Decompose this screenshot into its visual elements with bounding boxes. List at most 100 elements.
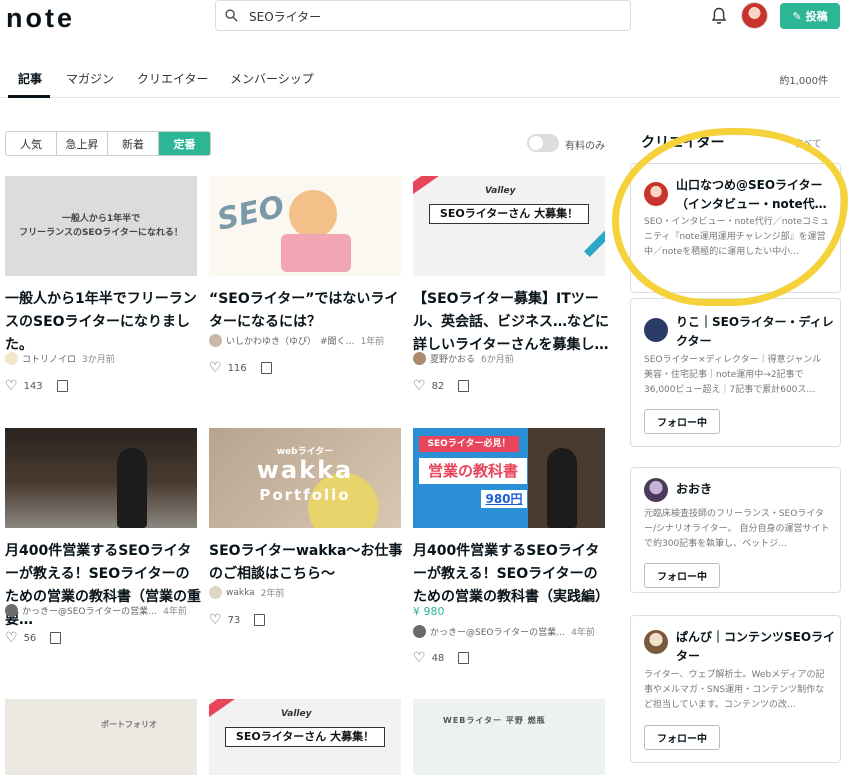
article-thumbnail: Valley SEOライターさん 大募集！	[413, 176, 605, 276]
article-likes: ♡ 82	[413, 378, 470, 394]
article-likes: ♡ 73	[209, 612, 266, 628]
valley-brand: Valley	[281, 709, 312, 719]
user-avatar[interactable]	[741, 2, 768, 29]
creator-avatar	[644, 630, 668, 654]
creator-name[interactable]: りこ｜SEOライター・ディレクター	[676, 313, 836, 351]
follow-button[interactable]: フォロー中	[644, 409, 720, 434]
article-title[interactable]: SEOライターwakka～お仕事のご相談はこちら～	[209, 540, 405, 586]
valley-brand: Valley	[485, 186, 516, 196]
bell-icon[interactable]	[711, 7, 727, 25]
article-likes: ♡ 56	[5, 630, 62, 646]
search-tabs: 記事 マガジン クリエイター メンバーシップ 約1,000件	[0, 60, 840, 98]
follow-button[interactable]: フォロー中	[644, 563, 720, 588]
sort-new[interactable]: 新着	[108, 132, 159, 155]
heart-icon[interactable]: ♡	[5, 630, 18, 646]
sort-popular[interactable]: 人気	[6, 132, 57, 155]
article-date: 1年前	[360, 337, 385, 347]
see-all-link[interactable]: すべて	[793, 135, 822, 150]
article-date: 3か月前	[82, 355, 115, 365]
sort-standard[interactable]: 定番	[159, 132, 210, 155]
article-date: 6か月前	[481, 355, 514, 365]
creator-card[interactable]: ぱんび｜コンテンツSEOライター ライター、ウェブ解析士。Webメディアの記事や…	[630, 615, 841, 763]
author-name[interactable]: コトリノイロ	[22, 352, 76, 365]
article-date: 4年前	[571, 628, 595, 638]
article-title[interactable]: 月400件営業するSEOライターが教える！SEOライターのための営業の教科書（実…	[413, 540, 609, 609]
author-avatar	[413, 352, 426, 365]
bookmark-icon[interactable]	[458, 652, 470, 664]
bookmark-icon[interactable]	[254, 614, 266, 626]
bookmark-icon[interactable]	[56, 380, 68, 392]
illustration-laptop	[281, 234, 351, 272]
stripe-decoration	[413, 176, 443, 197]
author-name[interactable]: いしかわゆき（ゆぴ）	[226, 334, 316, 347]
search-query: SEOライター	[249, 10, 322, 24]
article-meta: かっきー@SEOライターの営業… 4年前	[413, 625, 595, 638]
post-button[interactable]: ✎ 投稿	[780, 3, 840, 29]
paid-only-toggle[interactable]	[527, 134, 559, 152]
article-meta: wakka 2年前	[209, 586, 284, 599]
creator-description: ライター、ウェブ解析士。Webメディアの記事やメルマガ・SNS運用・コンテンツ制…	[644, 670, 825, 710]
tab-membership[interactable]: メンバーシップ	[230, 70, 314, 87]
author-avatar	[5, 352, 18, 365]
article-thumbnail: ポートフォリオ	[5, 699, 197, 775]
author-name[interactable]: wakka	[226, 588, 255, 598]
tab-creators[interactable]: クリエイター	[137, 70, 209, 87]
article-meta: かっきー@SEOライターの営業… 4年前	[5, 604, 187, 617]
like-count: 73	[227, 614, 241, 626]
article-title[interactable]: 一般人から1年半でフリーランスのSEOライターになりました。	[5, 288, 201, 357]
creator-card[interactable]: 山口なつめ@SEOライター（インタビュー・note代… SEO・インタビュー・n…	[630, 163, 841, 293]
heart-icon[interactable]: ♡	[209, 612, 222, 628]
search-input[interactable]: SEOライター	[215, 0, 631, 31]
author-name[interactable]: かっきー@SEOライターの営業…	[22, 604, 157, 617]
active-tab-indicator	[8, 95, 50, 98]
article-thumbnail: SEO	[209, 176, 401, 276]
stripe-decoration	[209, 699, 239, 720]
like-count: 48	[431, 652, 445, 664]
note-logo[interactable]: note	[6, 3, 75, 34]
creator-card[interactable]: りこ｜SEOライター・ディレクター SEOライター×ディレクター｜得意ジャンル美…	[630, 298, 841, 447]
article-tag[interactable]: #聞く…	[320, 334, 355, 347]
heart-icon[interactable]: ♡	[413, 378, 426, 394]
article-meta: コトリノイロ 3か月前	[5, 352, 115, 365]
like-count: 143	[23, 380, 43, 392]
article-price: ¥ 980	[413, 605, 445, 618]
bookmark-icon[interactable]	[458, 380, 470, 392]
creator-avatar	[644, 318, 668, 342]
follow-button[interactable]: フォロー中	[644, 725, 720, 750]
creator-avatar	[644, 478, 668, 502]
article-date: 4年前	[163, 607, 187, 617]
creator-name[interactable]: 山口なつめ@SEOライター（インタビュー・note代…	[676, 176, 836, 214]
creator-description: 元臨床検査技師のフリーランス・SEOライター/シナリオライター。 自分自身の運営…	[644, 509, 830, 549]
sort-selector: 人気 急上昇 新着 定番	[5, 131, 211, 156]
article-likes: ♡ 48	[413, 650, 470, 666]
tab-articles[interactable]: 記事	[18, 70, 42, 87]
search-icon	[225, 9, 238, 22]
creator-name[interactable]: ぱんび｜コンテンツSEOライター	[676, 628, 836, 666]
like-count: 116	[227, 362, 247, 374]
author-avatar	[5, 604, 18, 617]
tab-magazines[interactable]: マガジン	[66, 70, 114, 87]
bookmark-icon[interactable]	[260, 362, 272, 374]
creator-avatar	[644, 182, 668, 206]
article-title[interactable]: 【SEOライター募集】ITツール、英会話、ビジネス…などに詳しいライターさんを募…	[413, 288, 609, 357]
illustration-girl	[289, 190, 337, 238]
article-thumbnail: Valley SEOライターさん 大募集！	[209, 699, 401, 775]
heart-icon[interactable]: ♡	[413, 650, 426, 666]
article-meta: いしかわゆき（ゆぴ） #聞く… 1年前	[209, 334, 384, 347]
creator-name[interactable]: おおき	[676, 480, 836, 499]
article-meta: 夏野かおる 6か月前	[413, 352, 514, 365]
author-name[interactable]: 夏野かおる	[430, 352, 475, 365]
article-thumbnail: WEBライター 平野 燃瓶	[413, 699, 605, 775]
article-thumbnail: 一般人から1年半で フリーランスのSEOライターになれる！	[5, 176, 197, 276]
sort-trending[interactable]: 急上昇	[57, 132, 108, 155]
article-title[interactable]: “SEOライター”ではないライターになるには？	[209, 288, 405, 334]
author-name[interactable]: かっきー@SEOライターの営業…	[430, 625, 565, 638]
article-title[interactable]: 月400件営業するSEOライターが教える！SEOライターのための営業の教科書（営…	[5, 540, 201, 632]
article-likes: ♡ 116	[209, 360, 272, 376]
pencil-icon: ✎	[792, 9, 802, 23]
bookmark-icon[interactable]	[50, 632, 62, 644]
heart-icon[interactable]: ♡	[5, 378, 18, 394]
heart-icon[interactable]: ♡	[209, 360, 222, 376]
creator-card[interactable]: おおき 元臨床検査技師のフリーランス・SEOライター/シナリオライター。 自分自…	[630, 467, 841, 593]
like-count: 82	[431, 380, 445, 392]
